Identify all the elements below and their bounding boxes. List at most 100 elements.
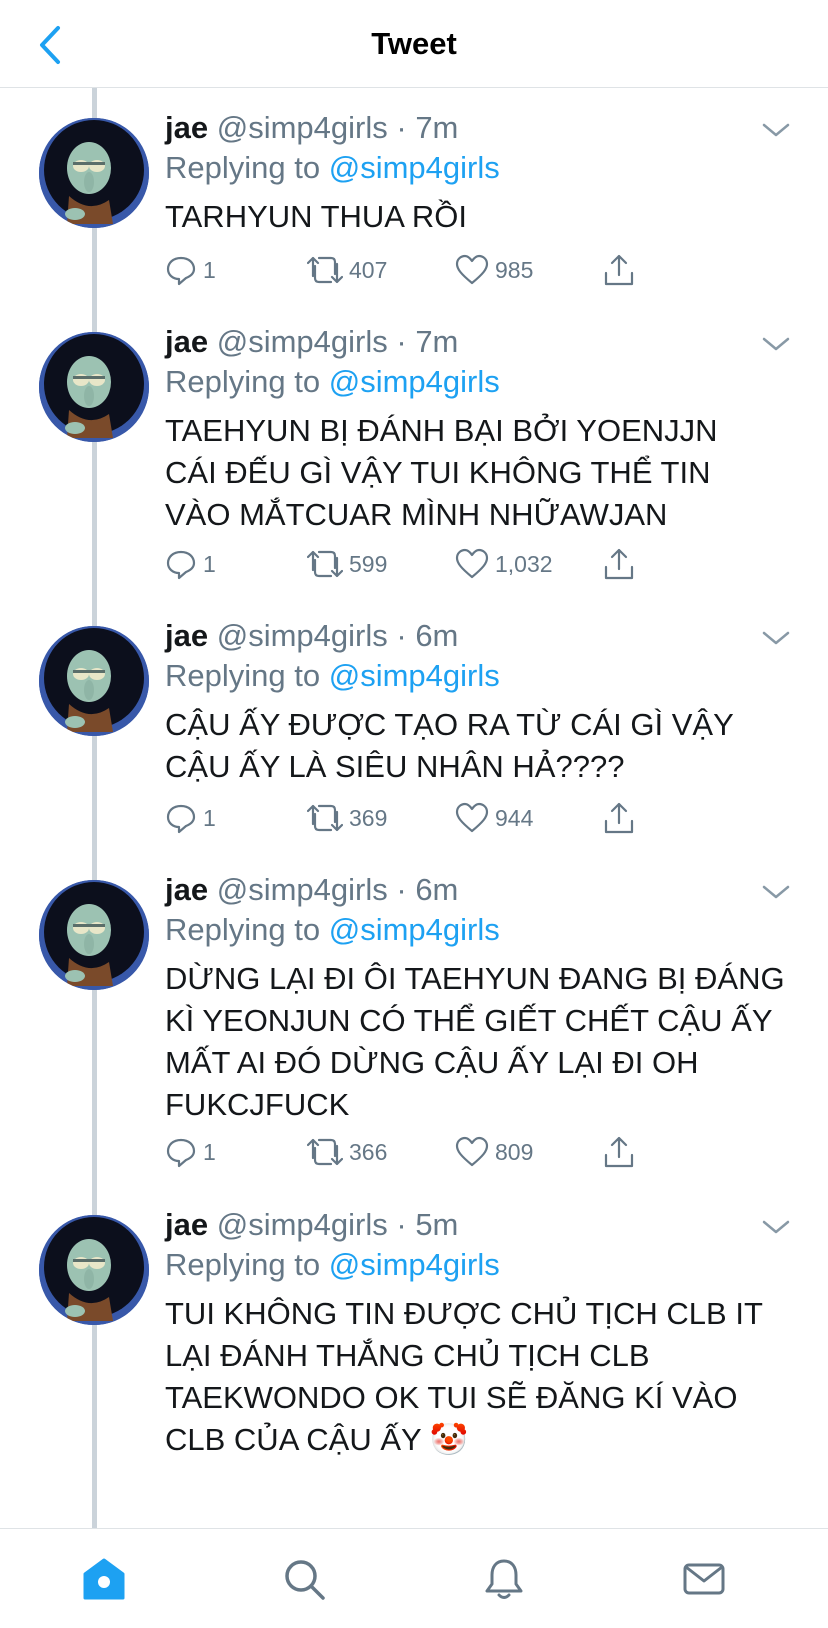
tweet-text-line: MẤT AI ĐÓ DỪNG CẬU ẤY LẠI ĐI OH — [165, 1045, 699, 1080]
share-button[interactable] — [603, 1132, 635, 1172]
user-handle[interactable]: @simp4girls — [217, 1207, 388, 1242]
avatar[interactable] — [39, 880, 149, 990]
timestamp[interactable]: 7m — [415, 324, 458, 359]
avatar-image — [39, 626, 149, 736]
reply-button[interactable]: 1 — [165, 1132, 216, 1172]
like-button[interactable]: 809 — [455, 1132, 533, 1172]
tweet-actions: 1 407 985 — [165, 250, 685, 290]
tab-search[interactable] — [276, 1551, 332, 1607]
tweet-text-line: CẬU ẤY LÀ SIÊU NHÂN HẢ???? — [165, 749, 625, 784]
retweet-count: 599 — [349, 550, 388, 577]
timestamp[interactable]: 6m — [415, 872, 458, 907]
retweet-button[interactable]: 369 — [307, 798, 387, 838]
tab-home[interactable] — [76, 1551, 132, 1607]
share-icon — [604, 548, 634, 580]
avatar-image — [39, 1215, 149, 1325]
timestamp[interactable]: 6m — [415, 618, 458, 653]
share-icon — [604, 1136, 634, 1168]
retweet-button[interactable]: 407 — [307, 250, 387, 290]
like-count: 944 — [495, 804, 534, 831]
reply-button[interactable]: 1 — [165, 798, 216, 838]
tweet-text: TARHYUN THUA RỒI — [165, 196, 805, 238]
retweet-icon — [307, 256, 343, 284]
timestamp[interactable]: 7m — [415, 110, 458, 145]
timestamp[interactable]: 5m — [415, 1207, 458, 1242]
separator-dot: · — [396, 618, 407, 653]
replying-to: Replying to @simp4girls — [165, 656, 500, 696]
retweet-count: 407 — [349, 256, 388, 283]
tab-notifications[interactable] — [476, 1551, 532, 1607]
retweet-button[interactable]: 599 — [307, 544, 387, 584]
tweet-text: CẬU ẤY ĐƯỢC TẠO RA TỪ CÁI GÌ VẬY CẬU ẤY … — [165, 704, 805, 788]
replying-to: Replying to @simp4girls — [165, 1245, 500, 1285]
reply-button[interactable]: 1 — [165, 250, 216, 290]
tweet-actions: 1 369 944 — [165, 798, 685, 838]
chevron-down-icon[interactable] — [760, 1215, 792, 1239]
chevron-down-icon[interactable] — [760, 880, 792, 904]
like-button[interactable]: 1,032 — [455, 544, 553, 584]
share-button[interactable] — [603, 798, 635, 838]
display-name[interactable]: jae — [165, 872, 208, 907]
bottom-tab-bar — [0, 1528, 828, 1628]
tweet-text-line: TUI KHÔNG TIN ĐƯỢC CHỦ TỊCH CLB IT — [165, 1296, 763, 1331]
share-button[interactable] — [603, 544, 635, 584]
tweet-header: jae @simp4girls · 6m — [165, 616, 458, 656]
replying-to-mention[interactable]: @simp4girls — [329, 912, 500, 947]
retweet-icon — [307, 1138, 343, 1166]
avatar[interactable] — [39, 118, 149, 228]
like-button[interactable]: 985 — [455, 250, 533, 290]
bell-icon — [485, 1559, 523, 1599]
replying-to: Replying to @simp4girls — [165, 362, 500, 402]
user-handle[interactable]: @simp4girls — [217, 872, 388, 907]
replying-to-label: Replying to — [165, 150, 321, 185]
tweet-actions: 1 599 1,032 — [165, 544, 685, 584]
chevron-down-icon[interactable] — [760, 118, 792, 142]
like-count: 985 — [495, 256, 534, 283]
tweet-actions: 1 366 809 — [165, 1132, 685, 1172]
user-handle[interactable]: @simp4girls — [217, 324, 388, 359]
replying-to-mention[interactable]: @simp4girls — [329, 364, 500, 399]
avatar-image — [39, 118, 149, 228]
replying-to-label: Replying to — [165, 1247, 321, 1282]
replying-to-mention[interactable]: @simp4girls — [329, 658, 500, 693]
user-handle[interactable]: @simp4girls — [217, 618, 388, 653]
display-name[interactable]: jae — [165, 618, 208, 653]
tweet-text-line: DỪNG LẠI ĐI ÔI TAEHYUN ĐANG BỊ ĐÁNG — [165, 961, 785, 996]
replying-to-mention[interactable]: @simp4girls — [329, 1247, 500, 1282]
display-name[interactable]: jae — [165, 1207, 208, 1242]
like-count: 809 — [495, 1138, 534, 1165]
tweet-text: DỪNG LẠI ĐI ÔI TAEHYUN ĐANG BỊ ĐÁNG KÌ Y… — [165, 958, 805, 1126]
replying-to: Replying to @simp4girls — [165, 910, 500, 950]
separator-dot: · — [396, 1207, 407, 1242]
heart-icon — [455, 1136, 489, 1167]
like-count: 1,032 — [495, 550, 553, 577]
display-name[interactable]: jae — [165, 110, 208, 145]
avatar[interactable] — [39, 1215, 149, 1325]
tweet-text-line: LẠI ĐÁNH THẮNG CHỦ TỊCH CLB — [165, 1338, 650, 1373]
retweet-button[interactable]: 366 — [307, 1132, 387, 1172]
replying-to-mention[interactable]: @simp4girls — [329, 150, 500, 185]
avatar[interactable] — [39, 626, 149, 736]
separator-dot: · — [396, 324, 407, 359]
tweet-text-line: FUKCJFUCK — [165, 1087, 350, 1122]
replying-to: Replying to @simp4girls — [165, 148, 500, 188]
tweet-text: TUI KHÔNG TIN ĐƯỢC CHỦ TỊCH CLB IT LẠI Đ… — [165, 1293, 805, 1461]
chevron-down-icon[interactable] — [760, 332, 792, 356]
reply-count: 1 — [203, 550, 216, 577]
heart-icon — [455, 548, 489, 579]
reply-count: 1 — [203, 256, 216, 283]
heart-icon — [455, 802, 489, 833]
chevron-down-icon[interactable] — [760, 626, 792, 650]
user-handle[interactable]: @simp4girls — [217, 110, 388, 145]
share-icon — [604, 802, 634, 834]
reply-button[interactable]: 1 — [165, 544, 216, 584]
avatar[interactable] — [39, 332, 149, 442]
share-icon — [604, 254, 634, 286]
like-button[interactable]: 944 — [455, 798, 533, 838]
replying-to-label: Replying to — [165, 912, 321, 947]
display-name[interactable]: jae — [165, 324, 208, 359]
share-button[interactable] — [603, 250, 635, 290]
tab-messages[interactable] — [676, 1551, 732, 1607]
avatar-image — [39, 880, 149, 990]
tweet-header: jae @simp4girls · 5m — [165, 1205, 458, 1245]
